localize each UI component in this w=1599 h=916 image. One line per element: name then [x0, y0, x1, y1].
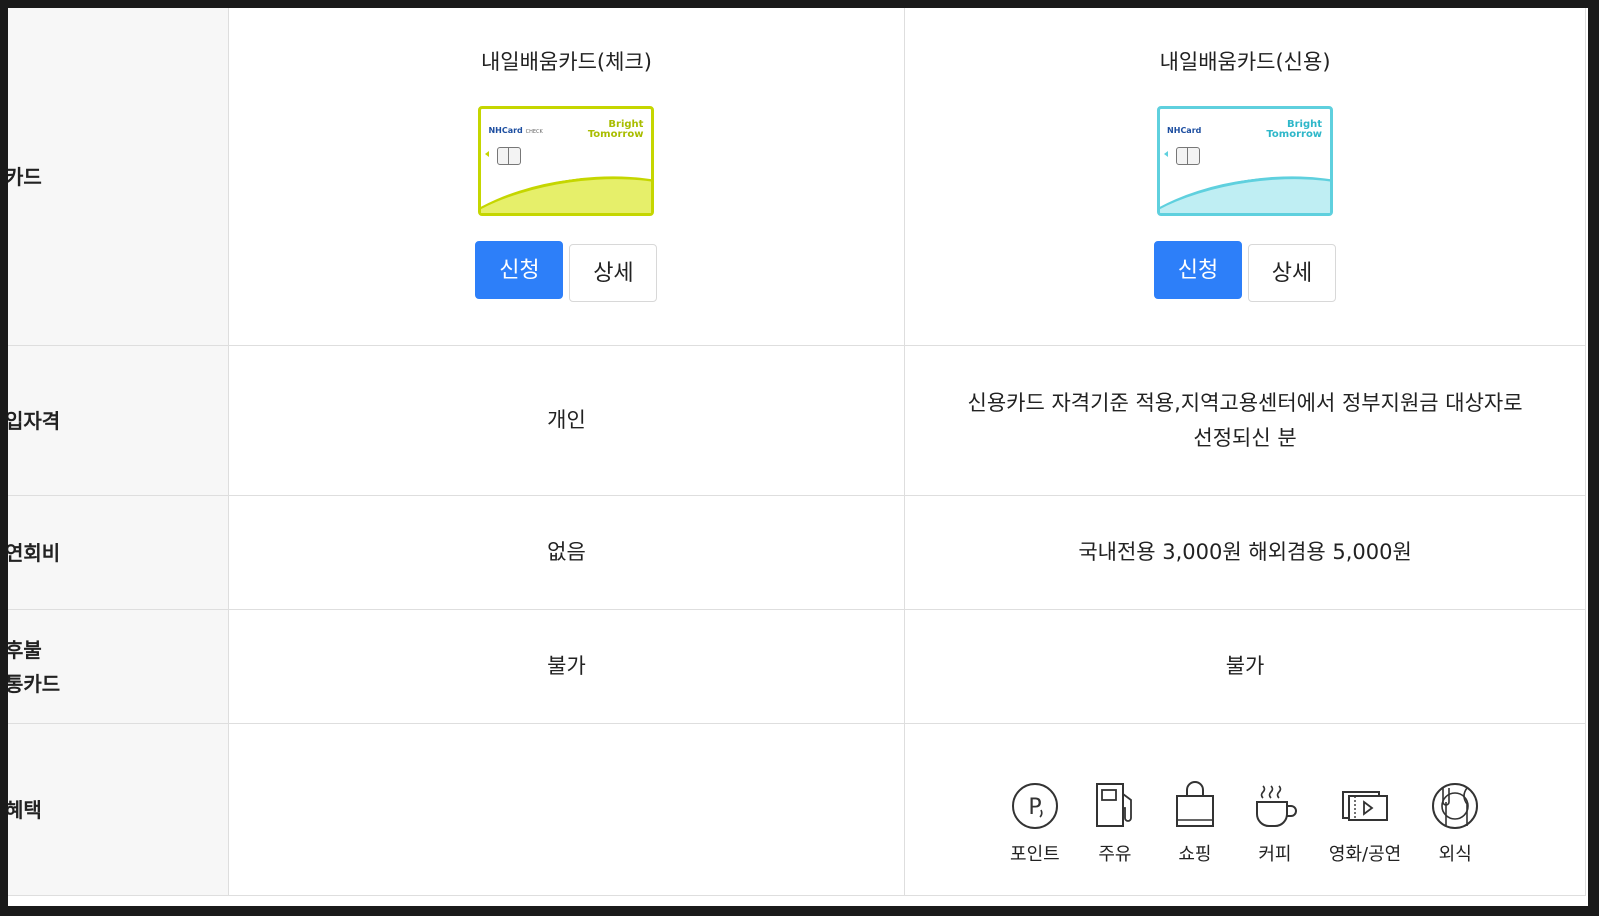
row-label-benefits: 혜택: [8, 723, 229, 896]
credit-apply-button[interactable]: 신청: [1154, 241, 1243, 299]
benefit-dining: 외식: [1429, 780, 1481, 866]
card-comparison-frame: 카드 내일배움카드(체크) NHCard CHECK Bright Tomorro…: [8, 8, 1588, 906]
nh-card-logo: NHCard CHECK: [488, 126, 543, 135]
check-fee-value: 없음: [227, 495, 906, 610]
credit-card-image[interactable]: NHCard Bright Tomorrow: [1157, 106, 1334, 216]
credit-eligibility-value: 신용카드 자격기준 적용,지역고용센터에서 정부지원금 대상자로 선정되신 분: [904, 345, 1586, 496]
bright-tomorrow-logo: Bright Tomorrow: [1266, 119, 1323, 140]
credit-fee-value: 국내전용 3,000원 해외겸용 5,000원: [904, 495, 1586, 610]
benefit-list: P 포인트 주유 쇼핑 커피 영화/공연 외식: [905, 780, 1585, 866]
row-label-deferred: 후불 통카드: [8, 609, 229, 724]
row-label-fee: 연회비: [8, 495, 229, 610]
check-benefits-value: [227, 723, 906, 896]
check-card-image[interactable]: NHCard CHECK Bright Tomorrow: [478, 106, 655, 216]
check-deferred-value: 불가: [227, 609, 906, 724]
dining-icon: [1432, 782, 1479, 829]
check-card-title: 내일배움카드(체크): [480, 50, 652, 74]
check-detail-button[interactable]: 상세: [569, 244, 658, 302]
benefit-point: P 포인트: [1009, 780, 1061, 866]
bright-tomorrow-logo: Bright Tomorrow: [587, 119, 644, 140]
row-label-card: 카드: [8, 8, 229, 346]
credit-card-buttons: 신청 상세: [905, 241, 1585, 302]
chip-icon: [1176, 147, 1201, 165]
row-card: 카드 내일배움카드(체크) NHCard CHECK Bright Tomorro…: [8, 8, 1586, 346]
benefit-fuel: 주유: [1089, 780, 1141, 866]
point-icon: P: [1011, 782, 1058, 829]
credit-card-title: 내일배움카드(신용): [1159, 50, 1331, 74]
contactless-icon: [485, 151, 490, 157]
row-eligibility: 입자격 개인 신용카드 자격기준 적용,지역고용센터에서 정부지원금 대상자로 …: [8, 345, 1586, 496]
ticket-icon: [1342, 790, 1389, 821]
credit-benefits-value: P 포인트 주유 쇼핑 커피 영화/공연 외식: [904, 723, 1586, 896]
cell-credit-card: 내일배움카드(신용) NHCard Bright Tomorrow 신청 상세: [904, 8, 1586, 346]
check-card-buttons: 신청 상세: [229, 241, 904, 302]
card-comparison-table: 카드 내일배움카드(체크) NHCard CHECK Bright Tomorro…: [8, 8, 1586, 896]
row-deferred: 후불 통카드 불가 불가: [8, 609, 1586, 724]
credit-detail-button[interactable]: 상세: [1248, 244, 1337, 302]
chip-icon: [497, 147, 522, 165]
row-annual-fee: 연회비 없음 국내전용 3,000원 해외겸용 5,000원: [8, 495, 1586, 610]
benefit-movie: 영화/공연: [1329, 780, 1401, 866]
contactless-icon: [1164, 151, 1169, 157]
coffee-icon: [1255, 784, 1297, 827]
benefit-shopping: 쇼핑: [1169, 780, 1221, 866]
credit-deferred-value: 불가: [904, 609, 1586, 724]
row-label-eligibility: 입자격: [8, 345, 229, 496]
fuel-icon: [1095, 782, 1132, 827]
benefit-coffee: 커피: [1249, 780, 1301, 866]
nh-card-logo: NHCard: [1167, 126, 1202, 135]
cell-check-card: 내일배움카드(체크) NHCard CHECK Bright Tomorrow 신…: [227, 8, 906, 346]
shopping-bag-icon: [1175, 780, 1214, 827]
check-apply-button[interactable]: 신청: [475, 241, 564, 299]
row-benefits: 혜택 P 포인트 주유 쇼핑 커피 영화/공연 외식: [8, 723, 1586, 896]
check-eligibility-value: 개인: [227, 345, 906, 496]
